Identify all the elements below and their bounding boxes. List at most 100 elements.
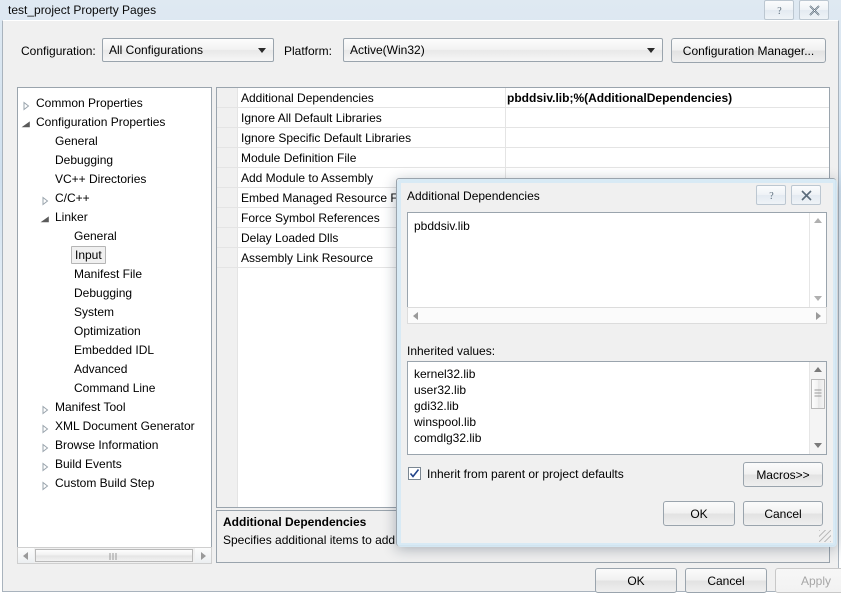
triangle-down-icon (814, 443, 822, 448)
tree-item-custom-build-step[interactable]: Custom Build Step (42, 474, 155, 492)
inherited-value-item[interactable]: comdlg32.lib (414, 431, 481, 445)
dependencies-textarea[interactable]: pbddsiv.lib (407, 212, 827, 308)
configuration-manager-button[interactable]: Configuration Manager... (671, 38, 826, 63)
tree-item-input[interactable]: Input (71, 246, 106, 264)
grip-icon (814, 389, 822, 399)
platform-label: Platform: (284, 44, 333, 58)
inherited-values-list[interactable]: kernel32.lib user32.lib gdi32.lib winspool.… (407, 361, 827, 455)
dependencies-textarea-value: pbddsiv.lib (414, 219, 470, 233)
dialog-title: Additional Dependencies (407, 189, 540, 203)
dialog-ok-button[interactable]: OK (663, 501, 735, 526)
apply-button: Apply (775, 568, 841, 593)
tree-item-label: Build Events (55, 457, 122, 471)
scroll-left-button[interactable] (18, 548, 34, 563)
tree-item-build-events[interactable]: Build Events (42, 455, 122, 473)
scroll-down-button[interactable] (810, 438, 826, 454)
property-name: Assembly Link Resource (241, 251, 374, 265)
resize-grip[interactable] (819, 530, 831, 542)
tree-item-label: System (74, 305, 115, 319)
chevron-right-icon[interactable] (21, 98, 31, 111)
scrollbar-thumb[interactable] (35, 549, 193, 562)
inherited-vertical-scrollbar[interactable] (809, 362, 826, 454)
inherit-checkbox-label[interactable]: Inherit from parent or project defaults (427, 467, 624, 481)
tree-item-browse-information[interactable]: Browse Information (42, 436, 158, 454)
scroll-left-button[interactable] (408, 308, 424, 323)
tree-horizontal-scrollbar[interactable] (17, 547, 212, 564)
property-row[interactable]: Ignore All Default Libraries (217, 108, 829, 128)
configuration-combo-value: All Configurations (109, 43, 204, 57)
tree-item-command-line[interactable]: Command Line (74, 379, 155, 397)
help-icon: ? (757, 189, 785, 202)
chevron-down-icon[interactable] (40, 212, 50, 223)
dialog-help-button[interactable]: ? (756, 185, 786, 205)
help-icon: ? (765, 4, 793, 17)
tree-item-debugging[interactable]: Debugging (55, 151, 113, 169)
scroll-down-button[interactable] (810, 291, 826, 307)
property-row[interactable]: Ignore Specific Default Libraries (217, 128, 829, 148)
scroll-up-button[interactable] (810, 213, 826, 229)
property-name: Add Module to Assembly (241, 171, 374, 185)
inherited-value-item[interactable]: gdi32.lib (414, 399, 459, 413)
configuration-combo[interactable]: All Configurations (102, 38, 274, 62)
tree-item-xml-document-generator[interactable]: XML Document Generator (42, 417, 195, 435)
tree-item-label: Debugging (74, 286, 133, 300)
textarea-horizontal-scrollbar[interactable] (407, 307, 827, 324)
chevron-right-icon[interactable] (40, 402, 50, 415)
svg-text:?: ? (777, 6, 782, 17)
tree-item-manifest-tool[interactable]: Manifest Tool (42, 398, 125, 416)
inherited-value-item[interactable]: user32.lib (414, 383, 466, 397)
platform-combo[interactable]: Active(Win32) (343, 38, 663, 62)
tree-item-general[interactable]: General (74, 227, 117, 245)
tree-item-advanced[interactable]: Advanced (74, 360, 127, 378)
chevron-right-icon[interactable] (40, 193, 50, 206)
chevron-right-icon[interactable] (40, 459, 50, 472)
tree-item-optimization[interactable]: Optimization (74, 322, 141, 340)
tree-item-label: C/C++ (55, 191, 90, 205)
tree-item-label: Embedded IDL (74, 343, 155, 357)
triangle-left-icon (23, 551, 28, 560)
tree-item-label: Custom Build Step (55, 476, 155, 490)
inherited-value-item[interactable]: kernel32.lib (414, 367, 475, 381)
ok-button[interactable]: OK (595, 568, 677, 593)
chevron-right-icon[interactable] (40, 421, 50, 434)
chevron-down-icon[interactable] (21, 117, 31, 128)
inherit-checkbox[interactable] (408, 467, 421, 480)
tree-item-linker[interactable]: Linker (40, 208, 88, 226)
scrollbar-thumb[interactable] (811, 379, 825, 409)
dialog-close-button[interactable] (791, 185, 821, 205)
dialog-cancel-button[interactable]: Cancel (743, 501, 823, 526)
tree-item-configuration-properties[interactable]: Configuration Properties (21, 113, 165, 131)
property-value[interactable]: pbddsiv.lib;%(AdditionalDependencies) (507, 91, 732, 105)
tree-item-vc-directories[interactable]: VC++ Directories (55, 170, 146, 188)
property-name: Module Definition File (241, 151, 357, 165)
scroll-right-button[interactable] (195, 548, 211, 563)
inherited-value-item[interactable]: winspool.lib (414, 415, 476, 429)
property-tree[interactable]: Common Properties Configuration Propertie… (17, 87, 212, 563)
scroll-right-button[interactable] (810, 308, 826, 323)
property-row[interactable]: Module Definition File (217, 148, 829, 168)
configuration-label: Configuration: (21, 44, 96, 58)
tree-item-manifest-file[interactable]: Manifest File (74, 265, 142, 283)
close-button[interactable] (799, 0, 829, 20)
tree-item-system[interactable]: System (74, 303, 114, 321)
property-name: Ignore All Default Libraries (241, 111, 382, 125)
window-title-bar: test_project Property Pages ? (0, 0, 841, 22)
cancel-button[interactable]: Cancel (685, 568, 767, 593)
textarea-vertical-scrollbar[interactable] (809, 213, 826, 307)
tree-item-debugging[interactable]: Debugging (74, 284, 132, 302)
tree-item-general[interactable]: General (55, 132, 98, 150)
property-row[interactable]: Additional Dependencies pbddsiv.lib;%(Add… (217, 88, 829, 108)
scroll-up-button[interactable] (810, 362, 826, 378)
macros-button[interactable]: Macros>> (743, 462, 823, 487)
help-button[interactable]: ? (764, 0, 794, 20)
chevron-right-icon[interactable] (40, 440, 50, 453)
tree-item-c-c[interactable]: C/C++ (42, 189, 90, 207)
tree-item-label: XML Document Generator (55, 419, 195, 433)
tree-item-embedded-idl[interactable]: Embedded IDL (74, 341, 154, 359)
tree-item-label: Optimization (74, 324, 141, 338)
tree-item-label: Manifest File (74, 267, 143, 281)
tree-item-label: General (55, 134, 98, 148)
chevron-right-icon[interactable] (40, 478, 50, 491)
chevron-down-icon (258, 48, 266, 53)
tree-item-common-properties[interactable]: Common Properties (23, 94, 143, 112)
